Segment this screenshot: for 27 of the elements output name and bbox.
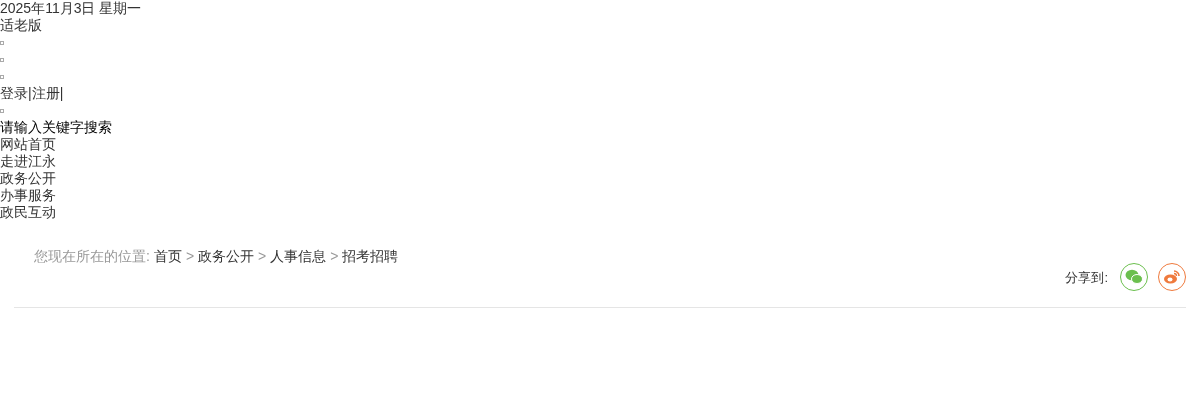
breadcrumb-link[interactable]: 招考招聘	[342, 248, 399, 265]
weibo-icon	[1163, 269, 1181, 285]
search-field[interactable]: 请输入关键字搜索	[0, 119, 112, 136]
nav-link[interactable]: 办事服务	[0, 187, 56, 204]
chat-bubbles-icon	[1125, 269, 1143, 285]
nav-link[interactable]: 网站首页	[0, 136, 56, 153]
breadcrumb-separator: >	[185, 248, 195, 265]
breadcrumb-link[interactable]: 人事信息	[270, 248, 327, 265]
breadcrumb-link[interactable]: 首页	[153, 248, 182, 265]
nav-link[interactable]: 政民互动	[0, 204, 56, 221]
nav-link[interactable]: 政务公开	[0, 170, 56, 187]
separator: |	[59, 85, 64, 102]
broken-image-icon	[0, 40, 4, 45]
breadcrumb-link[interactable]: 政务公开	[198, 248, 255, 265]
broken-image-icon	[0, 108, 4, 113]
breadcrumb-separator: >	[258, 248, 267, 265]
register-link[interactable]: 注册	[31, 85, 60, 102]
broken-image-icon	[0, 57, 4, 62]
login-link[interactable]: 登录	[0, 85, 28, 102]
breadcrumb-separator: >	[330, 248, 339, 265]
breadcrumb-label: 您现在所在的位置:	[34, 248, 150, 265]
date-text: 2025年11月3日 星期一	[0, 0, 142, 17]
separator: |	[28, 85, 32, 102]
elder-mode-link[interactable]: 适老版	[0, 17, 42, 34]
broken-image-icon	[0, 74, 4, 79]
share-label: 分享到:	[1065, 268, 1108, 286]
nav-link[interactable]: 走进江永	[0, 153, 56, 170]
